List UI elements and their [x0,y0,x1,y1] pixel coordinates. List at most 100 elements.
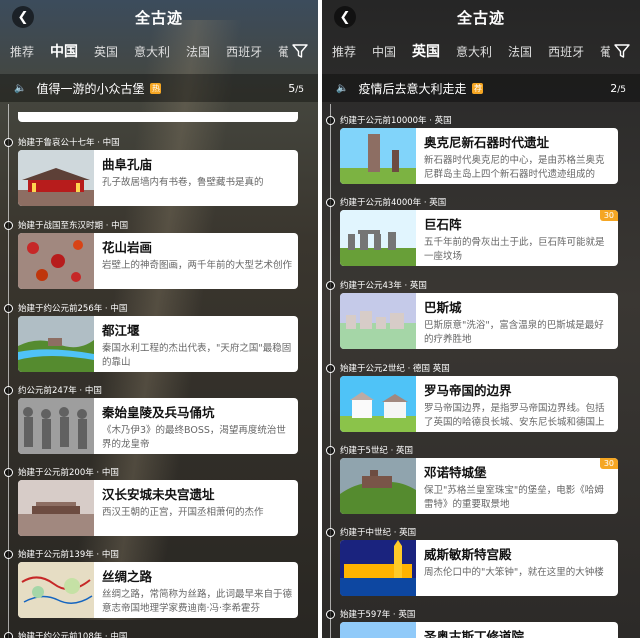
site-card[interactable]: 丝绸之路 丝绸之路，常简称为丝路，此词最早来自于德意志帝国地理学家费迪南·冯·李… [18,562,298,618]
timeline-dot [326,527,335,537]
site-description: 丝绸之路，常简称为丝路，此词最早来自于德意志帝国地理学家费迪南·冯·李希霍芬 [102,589,292,614]
site-title: 曲阜孔庙 [102,157,153,172]
tab-italy[interactable]: 意大利 [456,43,492,60]
timeline-dot [4,220,13,230]
site-description: 五千年前的骨灰出土于此，巨石阵可能就是一座坟场 [424,237,605,262]
entry-date-label: 始建于鲁哀公十七年 · 中国 [18,138,120,148]
site-card[interactable]: 汉长安城未央宫遗址 西汉王朝的正宫，开国丞相萧何的杰作 [18,480,298,536]
timeline: 约建于公元前10000年 · 英国 奥克尼新石器时代遗址 新石器时代奥克尼的中心… [322,104,640,638]
site-title: 汉长安城未央宫遗址 [102,487,215,502]
site-description: 《木乃伊3》的最终BOSS，渴望再度统治世界的龙皇帝 [102,425,286,450]
filter-icon[interactable] [614,43,630,59]
entry-date-label: 始建于公元前200年 · 中国 [18,468,119,478]
site-card[interactable]: 曲阜孔庙 孔子故居墙内有书卷，鲁壁藏书是真的 [18,150,298,206]
site-card[interactable]: 奥克尼新石器时代遗址 新石器时代奥克尼的中心，是由苏格兰奥克尼群岛主岛上四个新石… [340,128,618,184]
site-card[interactable]: 秦始皇陵及兵马俑坑 《木乃伊3》的最终BOSS，渴望再度统治世界的龙皇帝 [18,398,298,454]
site-card[interactable]: 威斯敏斯特宫殿 周杰伦口中的"大笨钟"，就在这里的大钟楼 [340,540,618,596]
site-thumbnail [340,293,416,349]
back-button[interactable]: ❮ [334,6,356,28]
right-screen: ❮ 全古迹 推荐 中国 英国 意大利 法国 西班牙 葡 🔈 疫情后去意大利走走 … [322,0,640,638]
banner-text: 疫情后去意大利走走 [358,81,467,96]
site-description: 罗马帝国边界，是指罗马帝国边界线。包括了英国的哈德良长城、安东尼长城和德国上日耳… [424,403,605,428]
left-screen: ❮ 全古迹 推荐 中国 英国 意大利 法国 西班牙 葡 🔈 值得一游的小众古堡 … [0,0,318,638]
site-thumbnail [18,316,94,372]
entry-date-label: 约建于公元前4000年 · 英国 [340,198,447,208]
tab-recommend[interactable]: 推荐 [10,43,34,60]
site-description: 巴斯原意"洗浴"，富含温泉的巴斯城是最好的疗养胜地 [424,320,604,345]
site-description: 秦国水利工程的杰出代表，"天府之国"最稳固的靠山 [102,343,292,368]
site-title: 圣奥古斯丁修道院 [424,629,525,638]
speaker-icon: 🔈 [14,82,27,94]
tab-china[interactable]: 中国 [372,43,396,60]
tab-uk[interactable]: 英国 [412,41,440,61]
site-card[interactable]: 巨石阵 五千年前的骨灰出土于此，巨石阵可能就是一座坟场 30 [340,210,618,266]
site-description: 周杰伦口中的"大笨钟"，就在这里的大钟楼 [424,567,604,578]
score-badge: 30 [599,210,618,221]
site-card[interactable]: 都江堰 秦国水利工程的杰出代表，"天府之国"最稳固的靠山 [18,316,298,372]
site-thumbnail [340,210,416,266]
tab-spain[interactable]: 西班牙 [548,43,584,60]
site-thumbnail [18,562,94,618]
timeline: 始建于鲁哀公十七年 · 中国 曲阜孔庙 孔子故居墙内有书卷，鲁壁藏书是真的 始建… [0,104,318,638]
site-card[interactable]: 邓诺特城堡 保卫"苏格兰皇室珠宝"的堡垒，电影《哈姆雷特》的重要取景地 30 [340,458,618,514]
tab-france[interactable]: 法国 [508,43,532,60]
site-title: 花山岩画 [102,240,153,255]
site-thumbnail [18,480,94,536]
banner-page-count: 5/5 [288,81,304,95]
page-title: 全古迹 [134,8,183,27]
site-thumbnail [340,128,416,184]
timeline-dot [326,115,335,125]
entry-date-label: 始建于战国至东汉时期 · 中国 [18,221,129,231]
entry-date-label: 始建于597年 · 英国 [340,610,416,620]
timeline-dot [4,385,13,395]
timeline-dot [4,467,13,477]
tab-portugal[interactable]: 葡 [600,43,610,60]
score-badge: 30 [599,458,618,469]
page-title: 全古迹 [456,8,505,27]
site-title: 奥克尼新石器时代遗址 [424,135,550,150]
tab-spain[interactable]: 西班牙 [226,43,262,60]
header: ❮ 全古迹 [322,0,640,34]
chevron-left-icon: ❮ [339,9,351,25]
tab-france[interactable]: 法国 [186,43,210,60]
tab-china[interactable]: 中国 [50,41,78,61]
country-tabs: 推荐 中国 英国 意大利 法国 西班牙 葡 [0,38,288,64]
tab-recommend[interactable]: 推荐 [332,43,356,60]
tab-italy[interactable]: 意大利 [134,43,170,60]
site-thumbnail [18,398,94,454]
partial-card-top[interactable] [18,112,298,122]
timeline-dot [326,363,335,373]
site-card[interactable]: 巴斯城 巴斯原意"洗浴"，富含温泉的巴斯城是最好的疗养胜地 [340,293,618,349]
entry-date-label: 约建于公元前10000年 · 英国 [340,116,452,126]
site-thumbnail [340,622,416,638]
site-card[interactable]: 花山岩画 岩壁上的神奇图画，两千年前的大型艺术创作 [18,233,298,289]
tab-portugal[interactable]: 葡 [278,43,288,60]
back-button[interactable]: ❮ [12,6,34,28]
site-description: 保卫"苏格兰皇室珠宝"的堡垒，电影《哈姆雷特》的重要取景地 [424,485,604,510]
timeline-dot [4,631,13,638]
promo-banner[interactable]: 🔈 值得一游的小众古堡 热 5/5 [0,74,318,102]
recommend-badge: 荐 [472,82,484,94]
timeline-dot [326,609,335,619]
site-thumbnail [340,376,416,432]
entry-date-label: 始建于公元前139年 · 中国 [18,550,119,560]
timeline-dot [4,137,13,147]
country-tabs: 推荐 中国 英国 意大利 法国 西班牙 葡 [322,38,610,64]
site-title: 威斯敏斯特宫殿 [424,547,512,562]
site-card[interactable]: 罗马帝国的边界 罗马帝国边界，是指罗马帝国边界线。包括了英国的哈德良长城、安东尼… [340,376,618,432]
filter-icon[interactable] [292,43,308,59]
entry-date-label: 始建于公元2世纪 · 德国 英国 [340,364,450,374]
promo-banner[interactable]: 🔈 疫情后去意大利走走 荐 2/5 [322,74,640,102]
timeline-dot [326,197,335,207]
entry-date-label: 约建于中世纪 · 英国 [340,528,417,538]
header: ❮ 全古迹 [0,0,318,34]
banner-page-count: 2/5 [610,81,626,95]
site-card[interactable]: 圣奥古斯丁修道院 [340,622,618,638]
tab-uk[interactable]: 英国 [94,43,118,60]
banner-text: 值得一游的小众古堡 [36,81,145,96]
site-title: 巴斯城 [424,300,462,315]
entry-date-label: 约公元前247年 · 中国 [18,386,102,396]
site-thumbnail [18,233,94,289]
site-description: 孔子故居墙内有书卷，鲁壁藏书是真的 [102,177,264,188]
timeline-dot [326,280,335,290]
